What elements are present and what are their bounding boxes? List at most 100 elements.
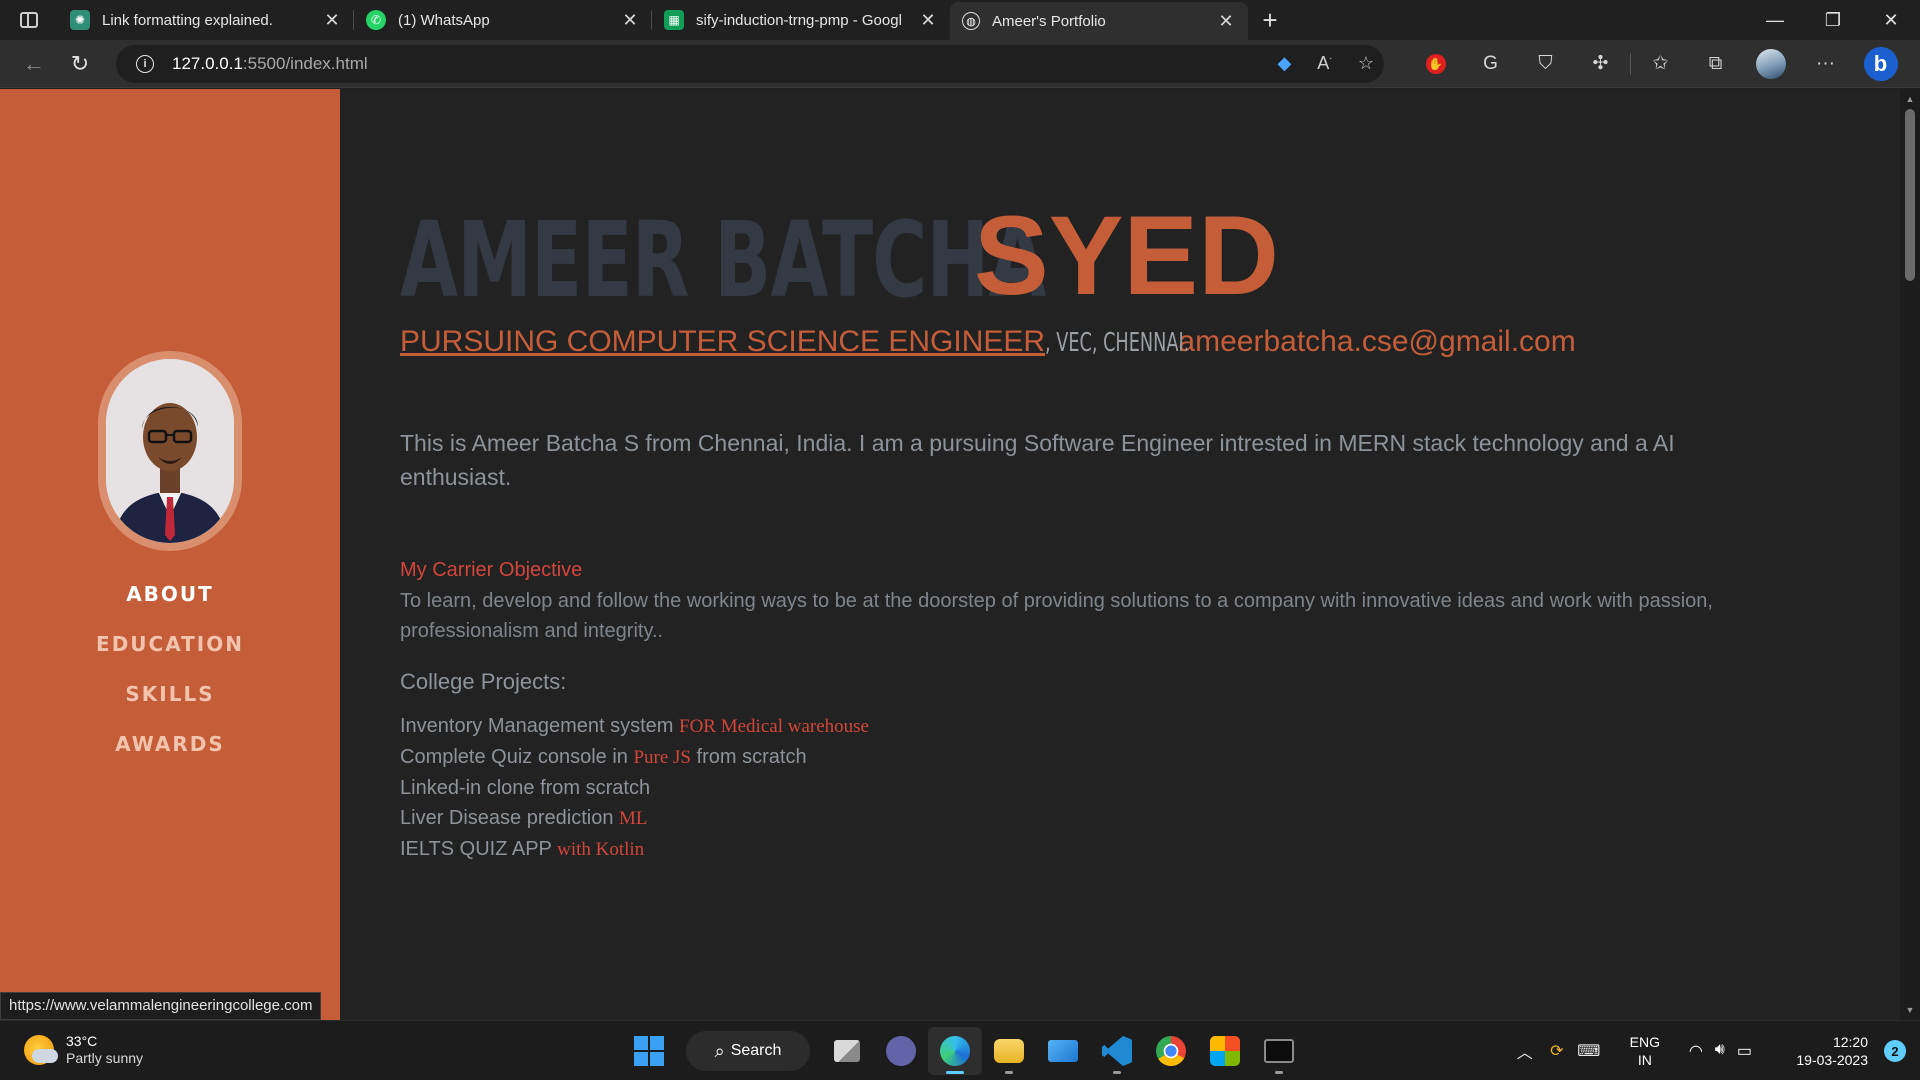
first-name: AMEER BATCHA xyxy=(400,199,1046,321)
bing-copilot-icon[interactable]: b xyxy=(1853,44,1908,84)
shield-extension-icon[interactable]: ⛉ xyxy=(1518,44,1573,84)
back-arrow-icon[interactable]: ← xyxy=(12,46,56,82)
close-tab-icon[interactable]: ✕ xyxy=(918,10,938,31)
browser-toolbar: ← ↻ i 127.0.0.1:5500/index.html ◆ Aᐧ ☆ ✋… xyxy=(0,40,1920,88)
globe-icon: ◍ xyxy=(962,12,980,30)
language-indicator[interactable]: ENG IN xyxy=(1615,1033,1675,1069)
list-item: IELTS QUIZ APP with Kotlin xyxy=(400,834,869,865)
toolbar-divider xyxy=(1630,52,1631,75)
vscode-icon xyxy=(1102,1036,1132,1066)
whatsapp-icon: ✆ xyxy=(366,10,386,30)
role-link[interactable]: Pursuing Computer Science Engineer xyxy=(400,325,1045,358)
email-link[interactable]: ameerbatcha.cse@gmail.com xyxy=(1178,325,1575,358)
address-bar[interactable]: i 127.0.0.1:5500/index.html ◆ Aᐧ ☆ xyxy=(116,44,1384,83)
keyboard-icon[interactable]: ⌨ xyxy=(1573,1041,1605,1061)
nav-link-skills[interactable]: SKILLS xyxy=(0,682,340,732)
edge-browser-icon xyxy=(940,1036,970,1066)
reload-icon[interactable]: ↻ xyxy=(58,46,102,82)
terminal-button[interactable] xyxy=(1252,1027,1306,1075)
favorites-icon[interactable]: ✩ xyxy=(1633,44,1688,84)
extensions-puzzle-icon[interactable]: ✣ xyxy=(1573,44,1628,84)
profile-avatar[interactable] xyxy=(1743,44,1798,84)
windows-taskbar: 33°C Partly sunny ⌕ Search ︿ ⟳ ⌨ ENG IN xyxy=(0,1020,1920,1080)
teams-chat-icon xyxy=(886,1036,916,1066)
minimize-icon[interactable]: — xyxy=(1746,0,1804,40)
clock-date: 19-03-2023 xyxy=(1796,1052,1868,1068)
tab-google-sheets[interactable]: ▦ sify-induction-trng-pmp - Googl ✕ xyxy=(652,0,950,40)
tab-title: sify-induction-trng-pmp - Googl xyxy=(696,11,902,29)
weather-widget[interactable]: 33°C Partly sunny xyxy=(24,1033,143,1067)
project-highlight: ML xyxy=(619,808,648,829)
running-indicator xyxy=(1005,1071,1013,1074)
nav-link-education[interactable]: EDUCATION xyxy=(0,632,340,682)
vscode-button[interactable] xyxy=(1090,1027,1144,1075)
taskbar-apps: ⌕ Search xyxy=(622,1027,1306,1075)
tab-actions-icon[interactable] xyxy=(0,0,58,40)
chrome-button[interactable] xyxy=(1144,1027,1198,1075)
close-tab-icon[interactable]: ✕ xyxy=(620,10,640,31)
sync-icon[interactable]: ⟳ xyxy=(1541,1041,1573,1061)
nav-link-awards[interactable]: AWARDS xyxy=(0,732,340,782)
tab-whatsapp[interactable]: ✆ (1) WhatsApp ✕ xyxy=(354,0,652,40)
edge-taskbar-button[interactable] xyxy=(928,1027,982,1075)
page-scrollbar[interactable]: ▲ ▼ xyxy=(1900,89,1920,1020)
show-hidden-icons-chevron-icon[interactable]: ︿ xyxy=(1509,1039,1541,1063)
ms-store-button[interactable] xyxy=(1198,1027,1252,1075)
running-indicator xyxy=(1275,1071,1283,1074)
read-aloud-icon[interactable]: Aᐧ xyxy=(1317,53,1332,74)
close-tab-icon[interactable]: ✕ xyxy=(1216,11,1236,32)
college-text: , VEC, CHENNAI. xyxy=(1045,328,1190,358)
adblock-extension-icon[interactable]: ✋ xyxy=(1408,44,1463,84)
scroll-thumb[interactable] xyxy=(1905,109,1915,281)
scroll-up-icon[interactable]: ▲ xyxy=(1900,91,1920,107)
collections-icon[interactable]: ⧉ xyxy=(1688,44,1743,84)
url-host: 127.0.0.1 xyxy=(172,53,243,73)
quick-settings[interactable]: ◠ 🔊︎ ▭ xyxy=(1689,1041,1752,1061)
portfolio-page: ABOUT EDUCATION SKILLS AWARDS AMEER BATC… xyxy=(0,89,1920,1020)
notification-badge[interactable]: 2 xyxy=(1884,1040,1906,1062)
close-tab-icon[interactable]: ✕ xyxy=(322,10,342,31)
url-path: :5500/index.html xyxy=(242,53,368,73)
restore-icon[interactable]: ❐ xyxy=(1804,0,1862,40)
site-info-icon[interactable]: i xyxy=(136,54,154,73)
address-bar-actions: ◆ Aᐧ ☆ xyxy=(1277,45,1374,83)
scroll-down-icon[interactable]: ▼ xyxy=(1900,1002,1920,1018)
tab-title: (1) WhatsApp xyxy=(398,11,490,29)
wifi-icon: ◠ xyxy=(1688,1043,1703,1060)
tab-link-formatting[interactable]: ✺ Link formatting explained. ✕ xyxy=(58,0,354,40)
projects-heading: College Projects: xyxy=(400,669,567,694)
mail-button[interactable] xyxy=(1036,1027,1090,1075)
close-window-icon[interactable]: ✕ xyxy=(1862,0,1920,40)
browser-tab-strip: ✺ Link formatting explained. ✕ ✆ (1) Wha… xyxy=(0,0,1920,40)
search-icon: ⌕ xyxy=(714,1040,725,1061)
more-menu-icon[interactable]: ··· xyxy=(1798,44,1853,84)
taskbar-search[interactable]: ⌕ Search xyxy=(686,1031,810,1071)
grammarly-extension-icon[interactable]: G xyxy=(1463,44,1518,84)
tag-coupon-icon[interactable]: ◆ xyxy=(1277,53,1291,74)
screen: ✺ Link formatting explained. ✕ ✆ (1) Wha… xyxy=(0,0,1920,1080)
project-name: Linked-in clone from scratch xyxy=(400,777,651,799)
store-icon xyxy=(1210,1036,1240,1066)
project-name: Inventory Management system xyxy=(400,715,680,737)
system-tray: ︿ ⟳ ⌨ ENG IN ◠ 🔊︎ ▭ 12:20 19-03-2023 2 xyxy=(1509,1021,1920,1080)
teams-chat-button[interactable] xyxy=(874,1027,928,1075)
projects-list: Inventory Management system FOR Medical … xyxy=(400,711,869,865)
battery-charging-icon: ▭ xyxy=(1736,1043,1752,1060)
clock[interactable]: 12:20 19-03-2023 xyxy=(1758,1033,1868,1069)
add-favorite-star-icon[interactable]: ☆ xyxy=(1358,53,1374,74)
task-view-button[interactable] xyxy=(820,1027,874,1075)
project-suffix: from scratch xyxy=(691,746,807,768)
link-hover-status: https://www.velammalengineeringcollege.c… xyxy=(0,992,322,1020)
file-explorer-button[interactable] xyxy=(982,1027,1036,1075)
tab-ameers-portfolio[interactable]: ◍ Ameer's Portfolio ✕ xyxy=(950,2,1248,40)
project-highlight: with Kotlin xyxy=(557,839,645,860)
search-label: Search xyxy=(730,1042,782,1059)
nav-link-about[interactable]: ABOUT xyxy=(0,582,340,632)
start-button[interactable] xyxy=(622,1027,676,1075)
clock-time: 12:20 xyxy=(1832,1034,1868,1050)
task-view-icon xyxy=(834,1040,860,1062)
new-tab-plus-icon[interactable]: + xyxy=(1248,5,1292,36)
sidebar-nav: ABOUT EDUCATION SKILLS AWARDS xyxy=(0,582,340,782)
project-highlight: FOR Medical warehouse xyxy=(679,716,869,737)
chatgpt-icon: ✺ xyxy=(70,10,90,30)
